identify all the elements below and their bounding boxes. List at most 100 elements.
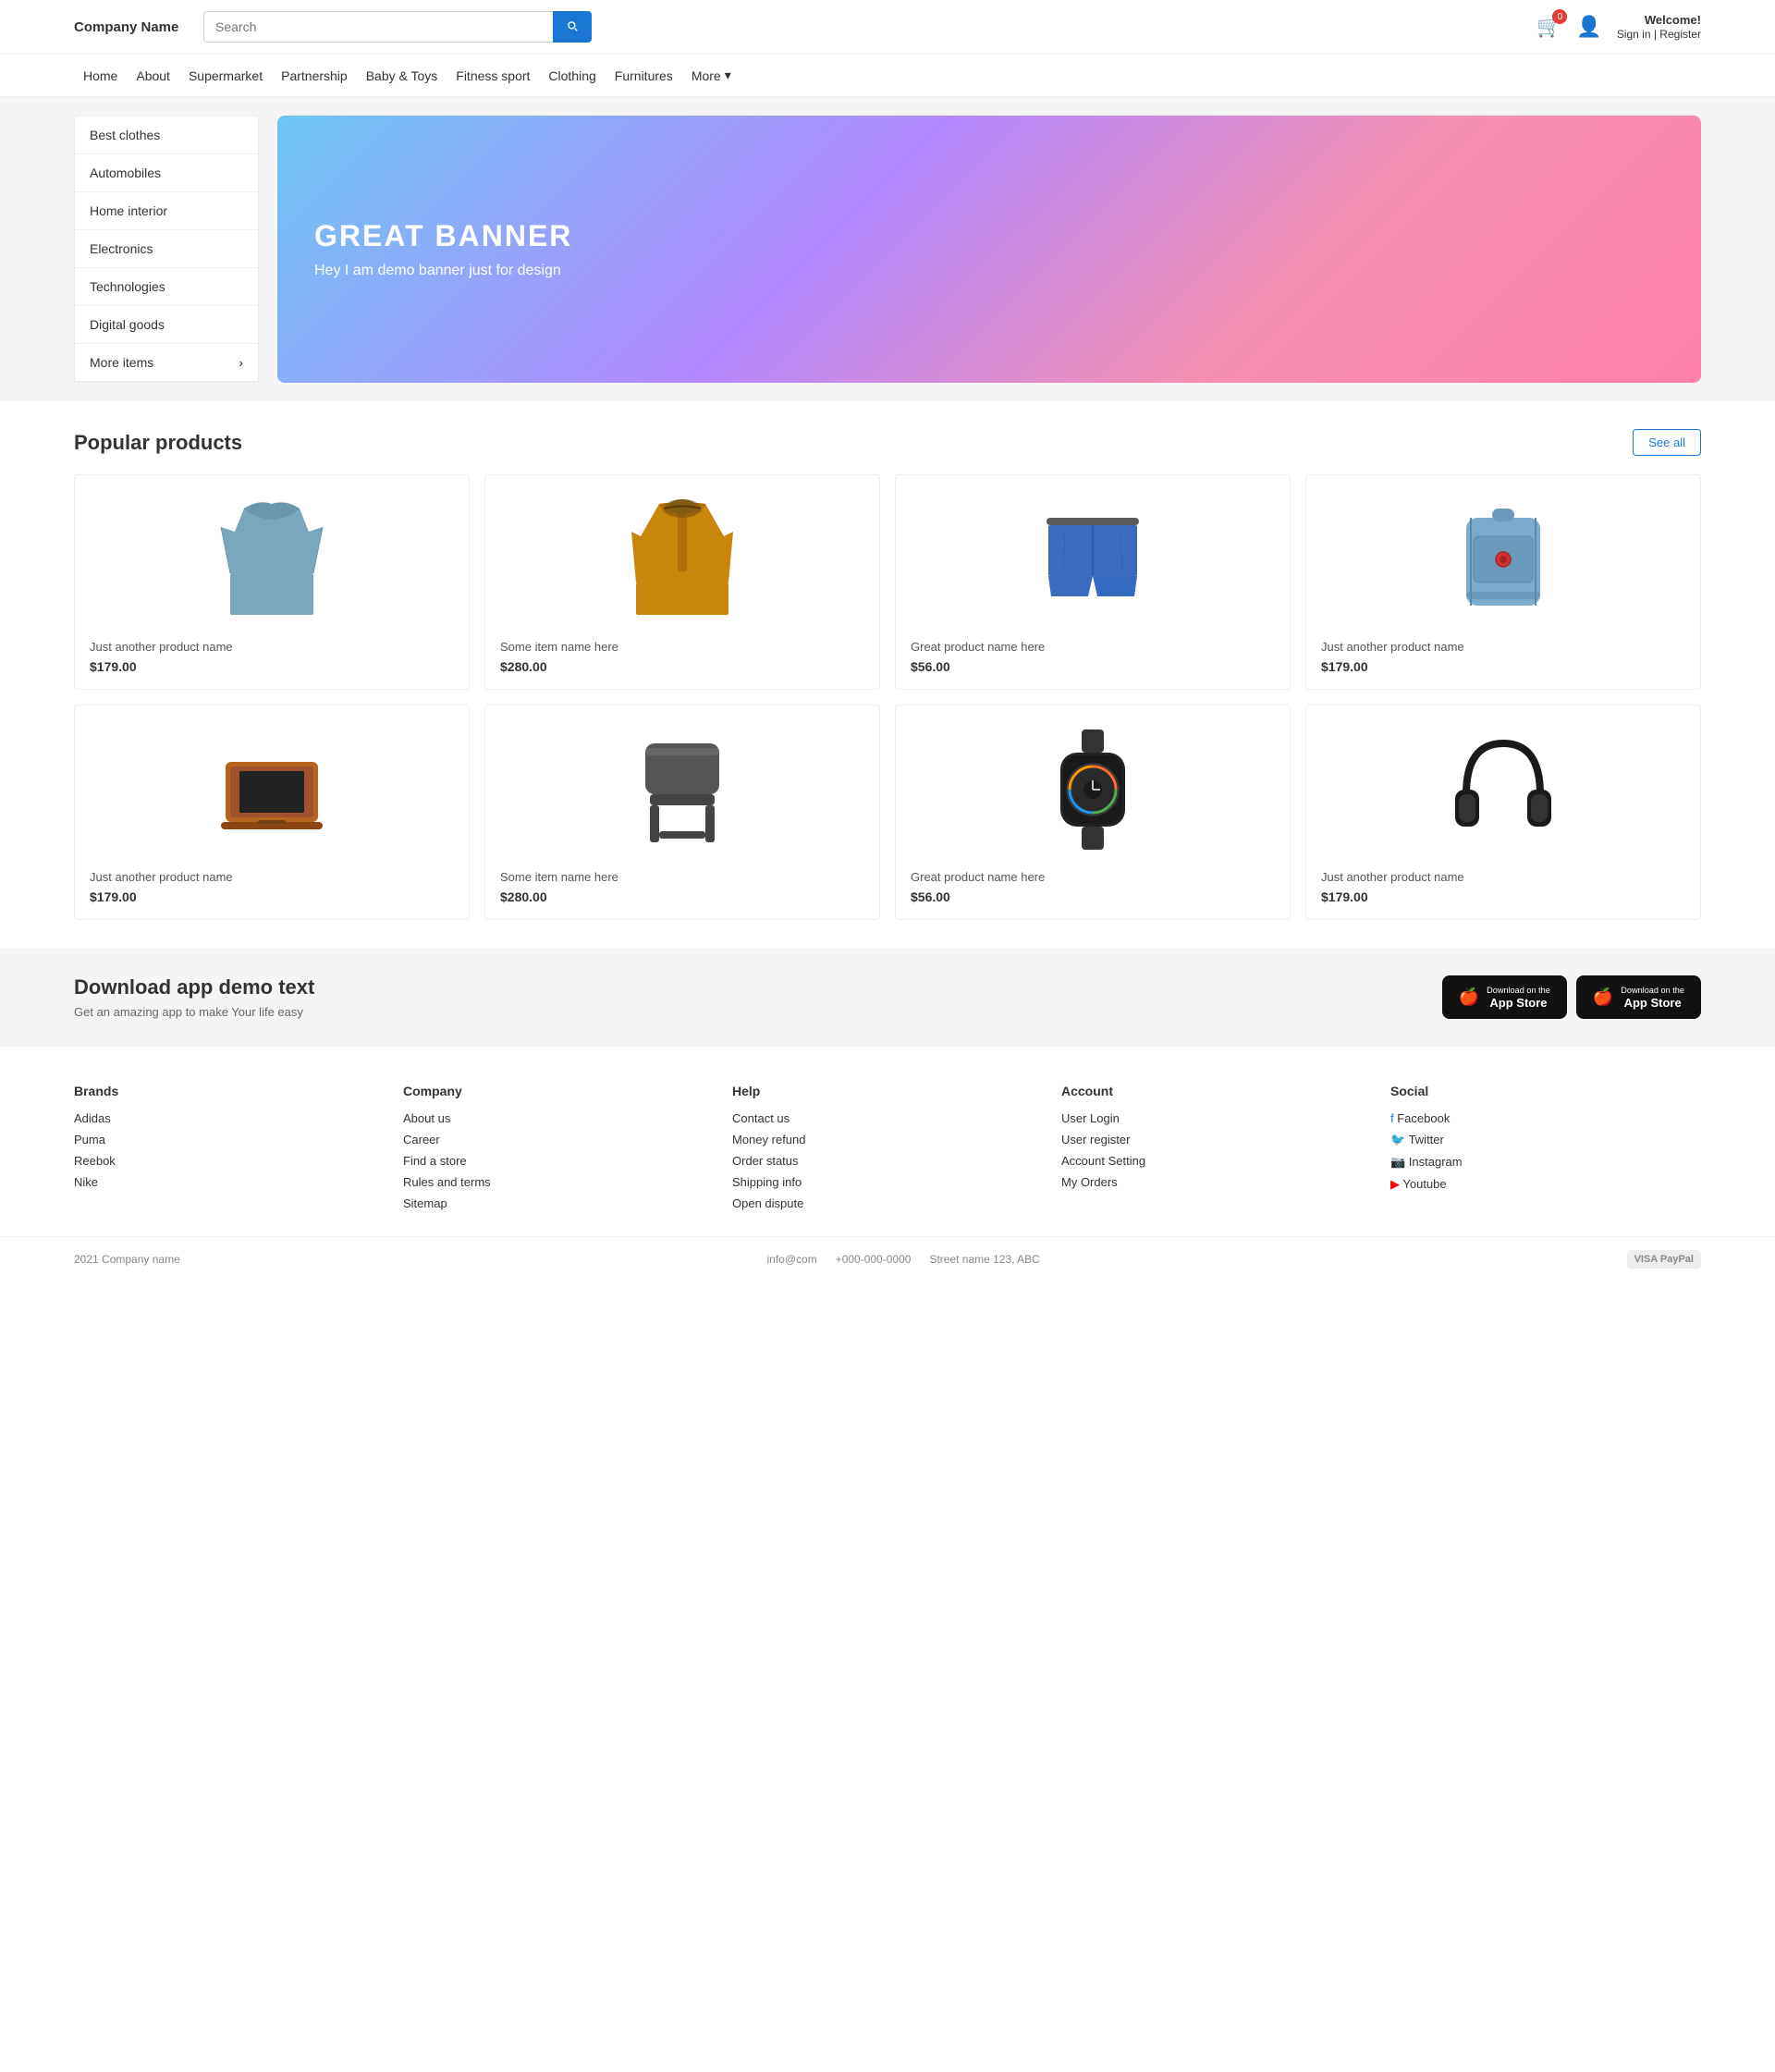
footer-link-account-setting[interactable]: Account Setting [1061,1154,1372,1168]
sidebar-item-automobiles[interactable]: Automobiles [75,154,258,192]
products-title: Popular products [74,431,242,455]
footer-link-youtube[interactable]: ▶ Youtube [1390,1177,1701,1192]
product-card[interactable]: Some item name here $280.00 [484,474,880,690]
footer-link-dispute[interactable]: Open dispute [732,1196,1043,1210]
app-download-section: Download app demo text Get an amazing ap… [0,948,1775,1047]
product-image [90,720,454,859]
footer-link-adidas[interactable]: Adidas [74,1111,385,1125]
see-all-button[interactable]: See all [1633,429,1701,456]
product-image [1321,720,1685,859]
product-name: Some item name here [500,870,864,884]
product-name: Just another product name [90,640,454,654]
footer-link-order-status[interactable]: Order status [732,1154,1043,1168]
appstore-button-1[interactable]: 🍎 Download on the App Store [1442,975,1567,1019]
product-name: Great product name here [911,640,1275,654]
app-title: Download app demo text [74,975,314,999]
search-button[interactable] [553,11,592,43]
footer-email: info@com [766,1253,816,1266]
chevron-down-icon: ▾ [725,67,731,83]
app-buttons: 🍎 Download on the App Store 🍎 Download o… [1442,975,1701,1019]
footer-link-contact[interactable]: Contact us [732,1111,1043,1125]
product-card[interactable]: Just another product name $179.00 [1305,705,1701,920]
search-icon [566,19,579,32]
backpack-image [1448,499,1559,619]
product-price: $179.00 [90,659,454,674]
nav-partnership[interactable]: Partnership [272,55,357,96]
footer-account: Account User Login User register Account… [1061,1084,1372,1218]
nav-more[interactable]: More ▾ [682,55,741,96]
product-name: Just another product name [90,870,454,884]
footer-link-shipping[interactable]: Shipping info [732,1175,1043,1189]
footer-link-reebok[interactable]: Reebok [74,1154,385,1168]
sidebar-item-home-interior[interactable]: Home interior [75,192,258,230]
footer-link-twitter[interactable]: 🐦 Twitter [1390,1133,1701,1147]
nav-clothing[interactable]: Clothing [539,55,605,96]
footer-help: Help Contact us Money refund Order statu… [732,1084,1043,1218]
footer-link-sitemap[interactable]: Sitemap [403,1196,714,1210]
nav-furnitures[interactable]: Furnitures [606,55,682,96]
product-name: Just another product name [1321,640,1685,654]
facebook-icon: f [1390,1111,1394,1125]
nav-home[interactable]: Home [74,55,127,96]
footer-link-career[interactable]: Career [403,1133,714,1146]
nav-baby-toys[interactable]: Baby & Toys [357,55,447,96]
product-card[interactable]: Just another product name $179.00 [1305,474,1701,690]
app-subtitle: Get an amazing app to make Your life eas… [74,1005,314,1019]
header-right: 🛒 0 👤 Welcome! Sign in | Register [1536,13,1701,41]
payment-badge: VISA PayPal [1627,1250,1701,1269]
sidebar-item-electronics[interactable]: Electronics [75,230,258,268]
hero-banner: GREAT BANNER Hey I am demo banner just f… [277,116,1701,383]
footer-copyright: 2021 Company name [74,1253,180,1266]
footer-link-about-us[interactable]: About us [403,1111,714,1125]
banner-subtitle: Hey I am demo banner just for design [314,263,572,279]
shorts-image [1037,499,1148,619]
footer-link-nike[interactable]: Nike [74,1175,385,1189]
search-input[interactable] [203,11,553,43]
nav-fitness[interactable]: Fitness sport [447,55,539,96]
sidebar-item-digital-goods[interactable]: Digital goods [75,306,258,344]
laptop-image [216,729,327,850]
footer-link-rules[interactable]: Rules and terms [403,1175,714,1189]
sidebar-item-more-items[interactable]: More items › [75,344,258,382]
hero-section: Best clothes Automobiles Home interior E… [0,97,1775,401]
sidebar-item-best-clothes[interactable]: Best clothes [75,116,258,154]
product-price: $280.00 [500,659,864,674]
category-sidebar: Best clothes Automobiles Home interior E… [74,116,259,383]
footer-brands-title: Brands [74,1084,385,1098]
footer-link-find-store[interactable]: Find a store [403,1154,714,1168]
footer-link-puma[interactable]: Puma [74,1133,385,1146]
product-name: Great product name here [911,870,1275,884]
footer-link-user-register[interactable]: User register [1061,1133,1372,1146]
appstore-button-2[interactable]: 🍎 Download on the App Store [1576,975,1701,1019]
footer-bottom: 2021 Company name info@com +000-000-0000… [0,1236,1775,1281]
product-card[interactable]: Some item name here $280.00 [484,705,880,920]
headphones-image [1448,729,1559,850]
sidebar-item-technologies[interactable]: Technologies [75,268,258,306]
product-card[interactable]: Great product name here $56.00 [895,474,1291,690]
product-name: Just another product name [1321,870,1685,884]
user-icon: 👤 [1576,15,1601,39]
cart-button[interactable]: 🛒 0 [1536,15,1561,39]
footer-phone: +000-000-0000 [836,1253,912,1266]
product-card[interactable]: Just another product name $179.00 [74,474,470,690]
chevron-right-icon: › [239,355,243,370]
signin-register-link[interactable]: Sign in | Register [1617,28,1701,41]
footer-contact-info: info@com +000-000-0000 Street name 123, … [766,1253,1039,1266]
footer-account-title: Account [1061,1084,1372,1098]
product-card[interactable]: Just another product name $179.00 [74,705,470,920]
product-card[interactable]: Great product name here $56.00 [895,705,1291,920]
nav-supermarket[interactable]: Supermarket [179,55,272,96]
footer-link-user-login[interactable]: User Login [1061,1111,1372,1125]
popular-products-section: Popular products See all Just another pr… [0,401,1775,948]
footer-link-facebook[interactable]: f Facebook [1390,1111,1701,1125]
welcome-text: Welcome! Sign in | Register [1617,13,1701,41]
product-price: $179.00 [1321,659,1685,674]
product-image [500,490,864,629]
nav-about[interactable]: About [127,55,179,96]
footer-link-refund[interactable]: Money refund [732,1133,1043,1146]
footer-address: Street name 123, ABC [929,1253,1039,1266]
footer-company-title: Company [403,1084,714,1098]
footer-link-my-orders[interactable]: My Orders [1061,1175,1372,1189]
footer-link-instagram[interactable]: 📷 Instagram [1390,1155,1701,1170]
footer-social-title: Social [1390,1084,1701,1098]
